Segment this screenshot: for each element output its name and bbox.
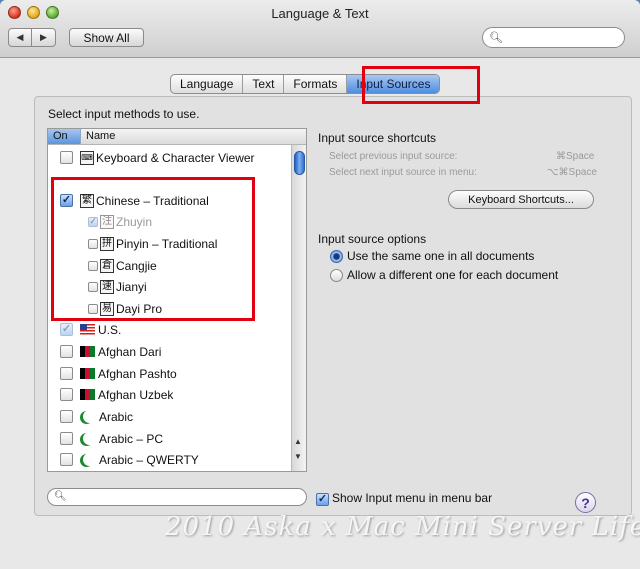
nav-buttons: ◀ ▶ [8, 28, 56, 47]
checkbox[interactable] [60, 410, 73, 423]
checkbox[interactable] [60, 432, 73, 445]
radio-same-document[interactable] [330, 250, 343, 263]
checkbox[interactable] [60, 388, 73, 401]
column-on[interactable]: On [48, 129, 81, 144]
column-name[interactable]: Name [81, 129, 115, 144]
scroll-down-icon[interactable]: ▼ [294, 452, 302, 461]
watermark-text: 2010 Aska x Mac Mini Server Life [165, 512, 640, 542]
us-flag-icon [80, 324, 95, 335]
back-button[interactable]: ◀ [8, 28, 32, 47]
forward-button[interactable]: ▶ [32, 28, 56, 47]
checkbox[interactable]: ✓ [60, 323, 73, 336]
afghan-flag-icon [80, 368, 95, 379]
arabic-crescent-icon [83, 410, 96, 423]
list-item-label: Arabic – PC [99, 431, 164, 446]
list-item-label: U.S. [98, 322, 122, 337]
list-item-label: Arabic – QWERTY [99, 452, 199, 467]
list-item[interactable]: Afghan Dari [48, 341, 161, 362]
arabic-crescent-icon [83, 453, 96, 466]
checkbox[interactable] [60, 345, 73, 358]
checkbox[interactable]: ✓ [316, 493, 329, 506]
arabic-crescent-icon [83, 432, 96, 445]
tab-formats[interactable]: Formats [284, 75, 348, 93]
scroll-up-icon[interactable]: ▲ [294, 437, 302, 446]
list-item[interactable]: ⌨ Keyboard & Character Viewer [48, 147, 255, 168]
previous-source-key: ⌘Space [556, 151, 595, 162]
list-scrollbar[interactable]: ▲ ▼ [291, 145, 306, 471]
list-item-label: Keyboard & Character Viewer [96, 150, 255, 165]
search-icon: 🔍︎ [489, 32, 503, 44]
window-title: Language & Text [271, 6, 369, 21]
show-all-button[interactable]: Show All [69, 28, 144, 47]
search-input[interactable]: 🔍︎ [482, 27, 625, 48]
tab-highlight-box [362, 66, 480, 104]
select-prompt: Select input methods to use. [48, 107, 200, 121]
previous-source-label: Select previous input source: [329, 151, 458, 162]
next-source-label: Select next input source in menu: [329, 167, 477, 178]
checkbox[interactable] [60, 367, 73, 380]
show-input-menu-label: Show Input menu in menu bar [332, 491, 493, 505]
next-source-key: ⌥⌘Space [547, 167, 597, 178]
list-item[interactable]: Afghan Uzbek [48, 384, 173, 405]
list-item[interactable]: Arabic – QWERTY [48, 449, 199, 470]
list-search-input[interactable]: 🔍︎ [47, 488, 307, 506]
checkbox[interactable] [60, 151, 73, 164]
search-icon: 🔍︎ [54, 491, 67, 502]
list-header: On Name [48, 129, 306, 145]
list-item-label: Afghan Pashto [98, 366, 177, 381]
checkbox[interactable] [60, 453, 73, 466]
tab-language[interactable]: Language [171, 75, 244, 93]
list-item[interactable]: ✓ U.S. [48, 319, 121, 340]
keyboard-viewer-icon: ⌨ [80, 150, 94, 165]
list-item-label: Afghan Dari [98, 344, 162, 359]
list-highlight-box [51, 177, 255, 321]
scrollbar-thumb[interactable] [294, 151, 305, 175]
options-heading: Input source options [318, 232, 427, 246]
radio-different-document[interactable] [330, 269, 343, 282]
show-input-menu-checkbox[interactable]: ✓ [316, 491, 329, 506]
keyboard-shortcuts-button[interactable]: Keyboard Shortcuts... [448, 190, 594, 209]
title-bar: Language & Text ◀ ▶ Show All 🔍︎ [0, 0, 640, 58]
forward-icon: ▶ [40, 32, 47, 42]
tab-text[interactable]: Text [243, 75, 285, 93]
radio-same-label: Use the same one in all documents [347, 249, 535, 263]
shortcuts-heading: Input source shortcuts [318, 131, 437, 145]
list-item-label: Arabic [99, 409, 134, 424]
list-item[interactable]: Arabic – PC [48, 428, 163, 449]
list-item[interactable]: Afghan Pashto [48, 363, 177, 384]
afghan-flag-icon [80, 389, 95, 400]
radio-different-label: Allow a different one for each document [347, 268, 559, 282]
list-item[interactable]: Arabic [48, 406, 133, 427]
help-button[interactable]: ? [575, 492, 596, 513]
preferences-window: Language & Text ◀ ▶ Show All 🔍︎ Language… [0, 0, 640, 569]
back-icon: ◀ [16, 32, 24, 42]
afghan-flag-icon [80, 346, 95, 357]
list-item-label: Afghan Uzbek [98, 387, 174, 402]
